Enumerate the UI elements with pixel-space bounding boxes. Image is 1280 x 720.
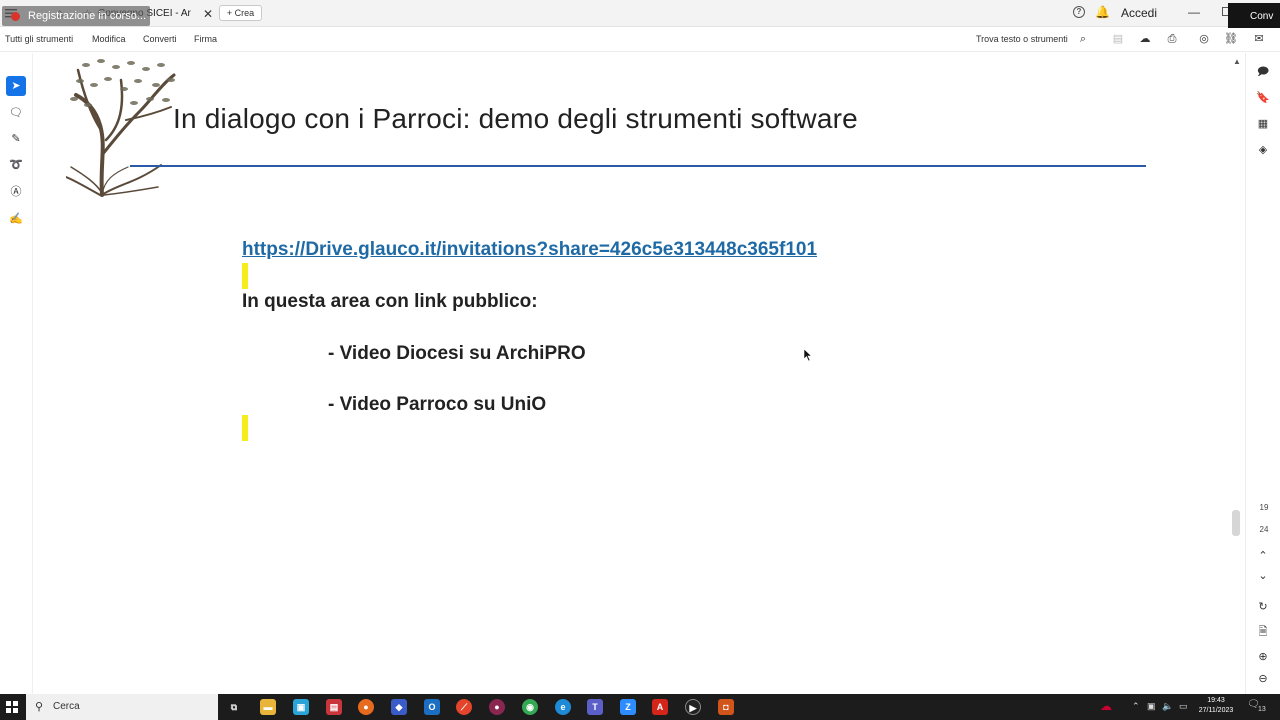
- pen-tool-icon[interactable]: ✎: [6, 129, 26, 149]
- bookmarks-icon[interactable]: 🔖: [1254, 89, 1272, 107]
- cloud-upload-icon[interactable]: ☁: [1138, 32, 1152, 46]
- store-icon[interactable]: ▣: [293, 699, 309, 715]
- help-icon[interactable]: ?: [1073, 6, 1085, 18]
- title-divider: [130, 165, 1146, 167]
- windows-taskbar: ⚲ Cerca ⧉ ▬ ▣ ▤ ● ◆ O ⟋ ● ◉ e T Z A ▶ ◘ …: [0, 694, 1280, 720]
- recording-dot-icon: [11, 12, 20, 21]
- convert-label: Conv: [1250, 11, 1274, 22]
- current-page-number[interactable]: 19: [1251, 503, 1277, 512]
- cloud-tray-icon[interactable]: ☁: [1100, 699, 1112, 713]
- comments-panel-icon[interactable]: 🗩: [1254, 63, 1272, 81]
- bullet-item: - Video Parroco su UniO: [328, 394, 547, 415]
- clock-time: 19:43: [1207, 697, 1225, 704]
- app-purple-icon[interactable]: ●: [489, 699, 505, 715]
- minimize-icon[interactable]: —: [1188, 5, 1200, 19]
- thumbnails-icon[interactable]: ▦: [1254, 115, 1272, 133]
- next-page-icon[interactable]: ⌄: [1254, 567, 1272, 585]
- menu-sign[interactable]: Firma: [194, 34, 217, 44]
- taskbar-search[interactable]: ⚲ Cerca: [26, 694, 218, 720]
- find-tools-label[interactable]: Trova testo o strumenti: [976, 34, 1068, 44]
- recorder-app-icon[interactable]: ◘: [718, 699, 734, 715]
- highlight-mark: [242, 263, 248, 289]
- menu-edit[interactable]: Modifica: [92, 34, 126, 44]
- teams-icon[interactable]: T: [587, 699, 603, 715]
- zoom-in-icon[interactable]: ⊕: [1254, 648, 1272, 666]
- signin-button[interactable]: Accedi: [1121, 6, 1157, 20]
- right-panel-rail: 🗩 🔖 ▦ ◈ 19 24 ⌃ ⌄ ↻ 🗎 ⊕ ⊖: [1245, 53, 1280, 694]
- title-bar: ⌂ ☆ Convegno SICEI - Ar ✕ Registrazione …: [0, 0, 1280, 30]
- menu-bar: Tutti gli strumenti Modifica Converti Fi…: [0, 28, 1280, 52]
- convert-popup-button[interactable]: Conv: [1228, 3, 1280, 30]
- search-icon: ⚲: [35, 701, 44, 713]
- edge-icon[interactable]: e: [555, 699, 571, 715]
- firefox-icon[interactable]: ●: [358, 699, 374, 715]
- notification-bell-icon[interactable]: 🔔: [1095, 5, 1110, 19]
- file-explorer-icon[interactable]: ▬: [260, 699, 276, 715]
- windows-start-icon[interactable]: [6, 701, 18, 713]
- page-fit-icon[interactable]: 🗎: [1254, 623, 1272, 641]
- recording-label: Registrazione in corso...: [28, 10, 146, 22]
- plus-icon: +: [226, 8, 233, 18]
- close-tab-icon[interactable]: ✕: [203, 3, 213, 25]
- acrobat-icon[interactable]: A: [652, 699, 668, 715]
- document-page: In dialogo con i Parroci: demo degli str…: [34, 53, 1244, 694]
- text-select-tool-icon[interactable]: Ⓐ: [6, 182, 26, 202]
- chrome-icon[interactable]: ◉: [522, 699, 538, 715]
- task-view-icon[interactable]: ⧉: [226, 699, 242, 715]
- zoom-out-icon[interactable]: ⊖: [1254, 670, 1272, 688]
- select-tool-icon[interactable]: ➤: [6, 76, 26, 96]
- left-tool-rail: ➤ 🗨 ✎ ➰ Ⓐ ✍: [0, 53, 33, 694]
- share-user-icon[interactable]: ◎: [1197, 32, 1211, 46]
- total-pages: 24: [1259, 525, 1269, 534]
- print-icon[interactable]: ⎙: [1165, 32, 1179, 46]
- previous-page-icon[interactable]: ⌃: [1254, 547, 1272, 565]
- tree-logo-image: [66, 59, 176, 197]
- taskbar-clock[interactable]: 19:43 27/11/2023: [1194, 696, 1238, 716]
- scroll-up-icon[interactable]: ▲: [1233, 57, 1241, 66]
- email-icon[interactable]: ✉: [1252, 32, 1266, 46]
- recording-badge: Registrazione in corso...: [2, 6, 150, 26]
- zoom-app-icon[interactable]: Z: [620, 699, 636, 715]
- create-tab-button[interactable]: + Crea: [219, 5, 262, 21]
- comment-tool-icon[interactable]: 🗨: [6, 103, 26, 123]
- search-icon[interactable]: ⌕: [1076, 32, 1090, 46]
- network-icon[interactable]: ▣: [1147, 701, 1156, 712]
- notification-count: 13: [1258, 706, 1266, 713]
- link-icon[interactable]: ⛓: [1224, 32, 1238, 46]
- intro-text: In questa area con link pubblico:: [242, 291, 538, 312]
- slide-title: In dialogo con i Parroci: demo degli str…: [173, 103, 858, 134]
- mouse-cursor-icon: [804, 349, 812, 361]
- media-player-icon[interactable]: ▶: [685, 699, 701, 715]
- create-label: Crea: [234, 8, 255, 18]
- show-hidden-icons[interactable]: ⌃: [1132, 701, 1140, 712]
- stamp-tool-icon[interactable]: ✍: [6, 209, 26, 229]
- clock-date: 27/11/2023: [1198, 707, 1234, 714]
- lasso-tool-icon[interactable]: ➰: [6, 155, 26, 175]
- outlook-icon[interactable]: O: [424, 699, 440, 715]
- rotate-icon[interactable]: ↻: [1254, 598, 1272, 616]
- vertical-scrollbar[interactable]: [1232, 510, 1240, 536]
- share-link[interactable]: https://Drive.glauco.it/invitations?shar…: [242, 239, 817, 261]
- save-icon[interactable]: ▤: [1111, 32, 1125, 46]
- app-red-icon[interactable]: ▤: [326, 699, 342, 715]
- volume-icon[interactable]: 🔈: [1162, 701, 1173, 712]
- search-placeholder: Cerca: [53, 701, 80, 712]
- app-orange-icon[interactable]: ⟋: [456, 699, 472, 715]
- menu-convert[interactable]: Converti: [143, 34, 177, 44]
- highlight-mark: [242, 415, 248, 441]
- app-blue-icon[interactable]: ◆: [391, 699, 407, 715]
- bullet-item: - Video Diocesi su ArchiPRO: [328, 343, 586, 364]
- layers-icon[interactable]: ◈: [1254, 141, 1272, 159]
- menu-all-tools[interactable]: Tutti gli strumenti: [5, 34, 73, 44]
- display-icon[interactable]: ▭: [1179, 701, 1188, 712]
